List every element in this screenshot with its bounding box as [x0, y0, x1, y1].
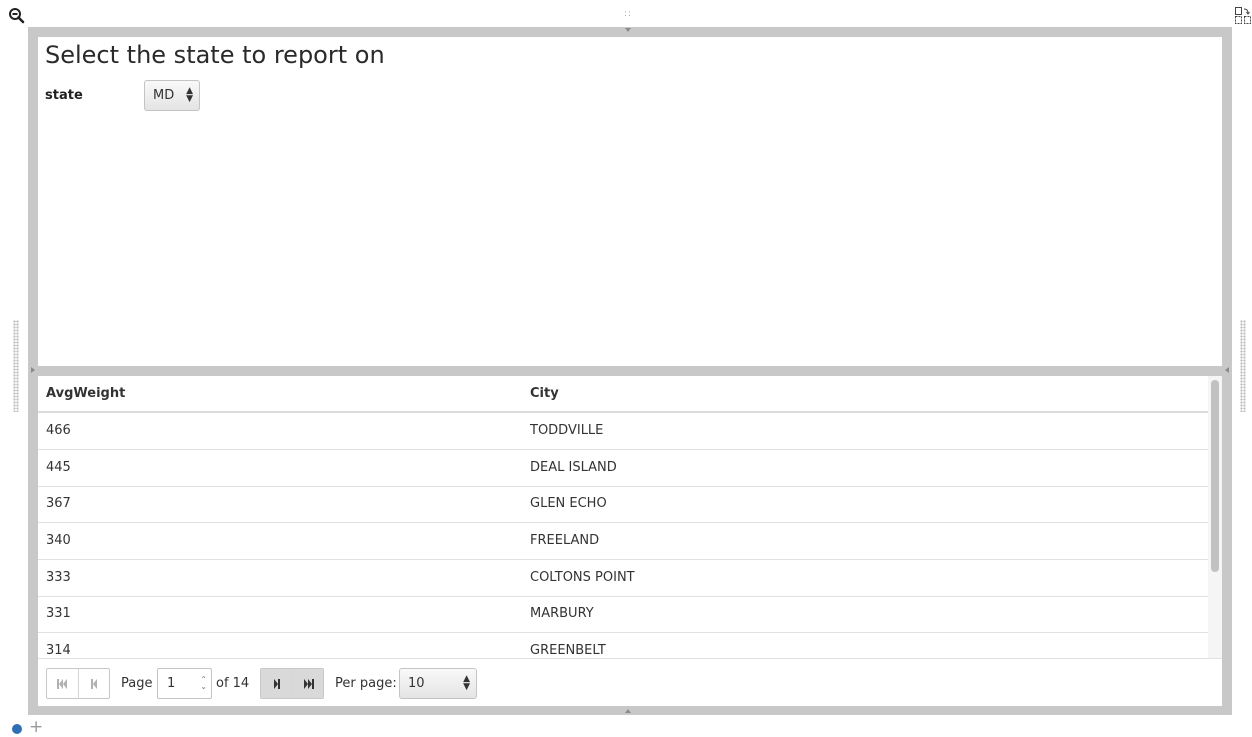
- table-row[interactable]: 331 MARBURY: [38, 596, 1208, 633]
- results-table: AvgWeight City 466 TODDVILLE 445 DEAL IS…: [38, 376, 1208, 658]
- table-row[interactable]: 466 TODDVILLE: [38, 413, 1208, 450]
- select-arrows-icon: ▲ ▼: [463, 674, 470, 692]
- pagination-bar: Page 1 ⌃ ⌄ of 14 Per page: 10 ▲ ▼: [38, 658, 1222, 706]
- page-count: of 14: [216, 676, 250, 691]
- cell-avgweight: 340: [46, 533, 71, 548]
- pager-forward-group: [260, 668, 324, 699]
- last-page-icon[interactable]: [292, 669, 323, 698]
- cell-city: TODDVILLE: [530, 423, 604, 438]
- cell-city: MARBURY: [530, 606, 594, 621]
- state-select[interactable]: MD ▲ ▼: [144, 80, 200, 111]
- collapse-top-arrow-icon[interactable]: [625, 28, 631, 32]
- panel-title: Select the state to report on: [45, 41, 385, 69]
- table-row[interactable]: 340 FREELAND: [38, 523, 1208, 560]
- cell-city: GLEN ECHO: [530, 496, 607, 511]
- state-select-value: MD: [153, 88, 175, 103]
- cell-avgweight: 367: [46, 496, 71, 511]
- collapse-left-arrow-icon[interactable]: [31, 367, 35, 373]
- first-page-icon[interactable]: [47, 669, 78, 698]
- state-label: state: [45, 88, 83, 103]
- next-page-icon[interactable]: [261, 669, 292, 698]
- page-number-value: 1: [167, 676, 176, 691]
- add-tab-icon[interactable]: +: [29, 717, 43, 737]
- cell-avgweight: 445: [46, 460, 71, 475]
- table-row[interactable]: 333 COLTONS POINT: [38, 560, 1208, 597]
- collapse-right-arrow-icon[interactable]: [1225, 367, 1229, 373]
- filter-panel: Select the state to report on state MD ▲…: [38, 37, 1222, 366]
- cell-avgweight: 331: [46, 606, 71, 621]
- results-panel: AvgWeight City 466 TODDVILLE 445 DEAL IS…: [38, 376, 1222, 706]
- pager-back-group: [46, 668, 110, 699]
- column-header-city[interactable]: City: [530, 386, 559, 401]
- cell-city: DEAL ISLAND: [530, 460, 617, 475]
- column-header-avgweight[interactable]: AvgWeight: [46, 386, 125, 401]
- left-resize-grip[interactable]: [13, 320, 19, 412]
- cell-avgweight: 314: [46, 643, 71, 658]
- collapse-bottom-arrow-icon[interactable]: [625, 709, 631, 713]
- cell-city: COLTONS POINT: [530, 570, 635, 585]
- per-page-value: 10: [408, 676, 425, 691]
- active-tab-dot[interactable]: [12, 724, 22, 734]
- table-row[interactable]: 367 GLEN ECHO: [38, 486, 1208, 523]
- cell-avgweight: 466: [46, 423, 71, 438]
- zoom-out-icon[interactable]: [8, 7, 26, 25]
- select-arrows-icon: ▲ ▼: [186, 86, 193, 104]
- per-page-label: Per page:: [335, 676, 397, 691]
- prev-page-icon[interactable]: [78, 669, 109, 698]
- cell-city: FREELAND: [530, 533, 600, 548]
- spinner-icon[interactable]: ⌃ ⌄: [200, 676, 207, 691]
- page-number-input[interactable]: 1 ⌃ ⌄: [157, 668, 212, 699]
- table-row[interactable]: 314 GREENBELT: [38, 633, 1208, 658]
- table-header: AvgWeight City: [38, 376, 1208, 413]
- cell-city: GREENBELT: [530, 643, 606, 658]
- table-row[interactable]: 445 DEAL ISLAND: [38, 450, 1208, 487]
- per-page-select[interactable]: 10 ▲ ▼: [399, 668, 477, 699]
- page-label: Page: [121, 676, 153, 691]
- top-resize-grip[interactable]: ::: [624, 9, 632, 19]
- cell-avgweight: 333: [46, 570, 71, 585]
- layout-toggle-icon[interactable]: [1233, 6, 1252, 26]
- right-resize-grip[interactable]: [1240, 320, 1246, 412]
- table-scrollbar-thumb[interactable]: [1211, 380, 1219, 572]
